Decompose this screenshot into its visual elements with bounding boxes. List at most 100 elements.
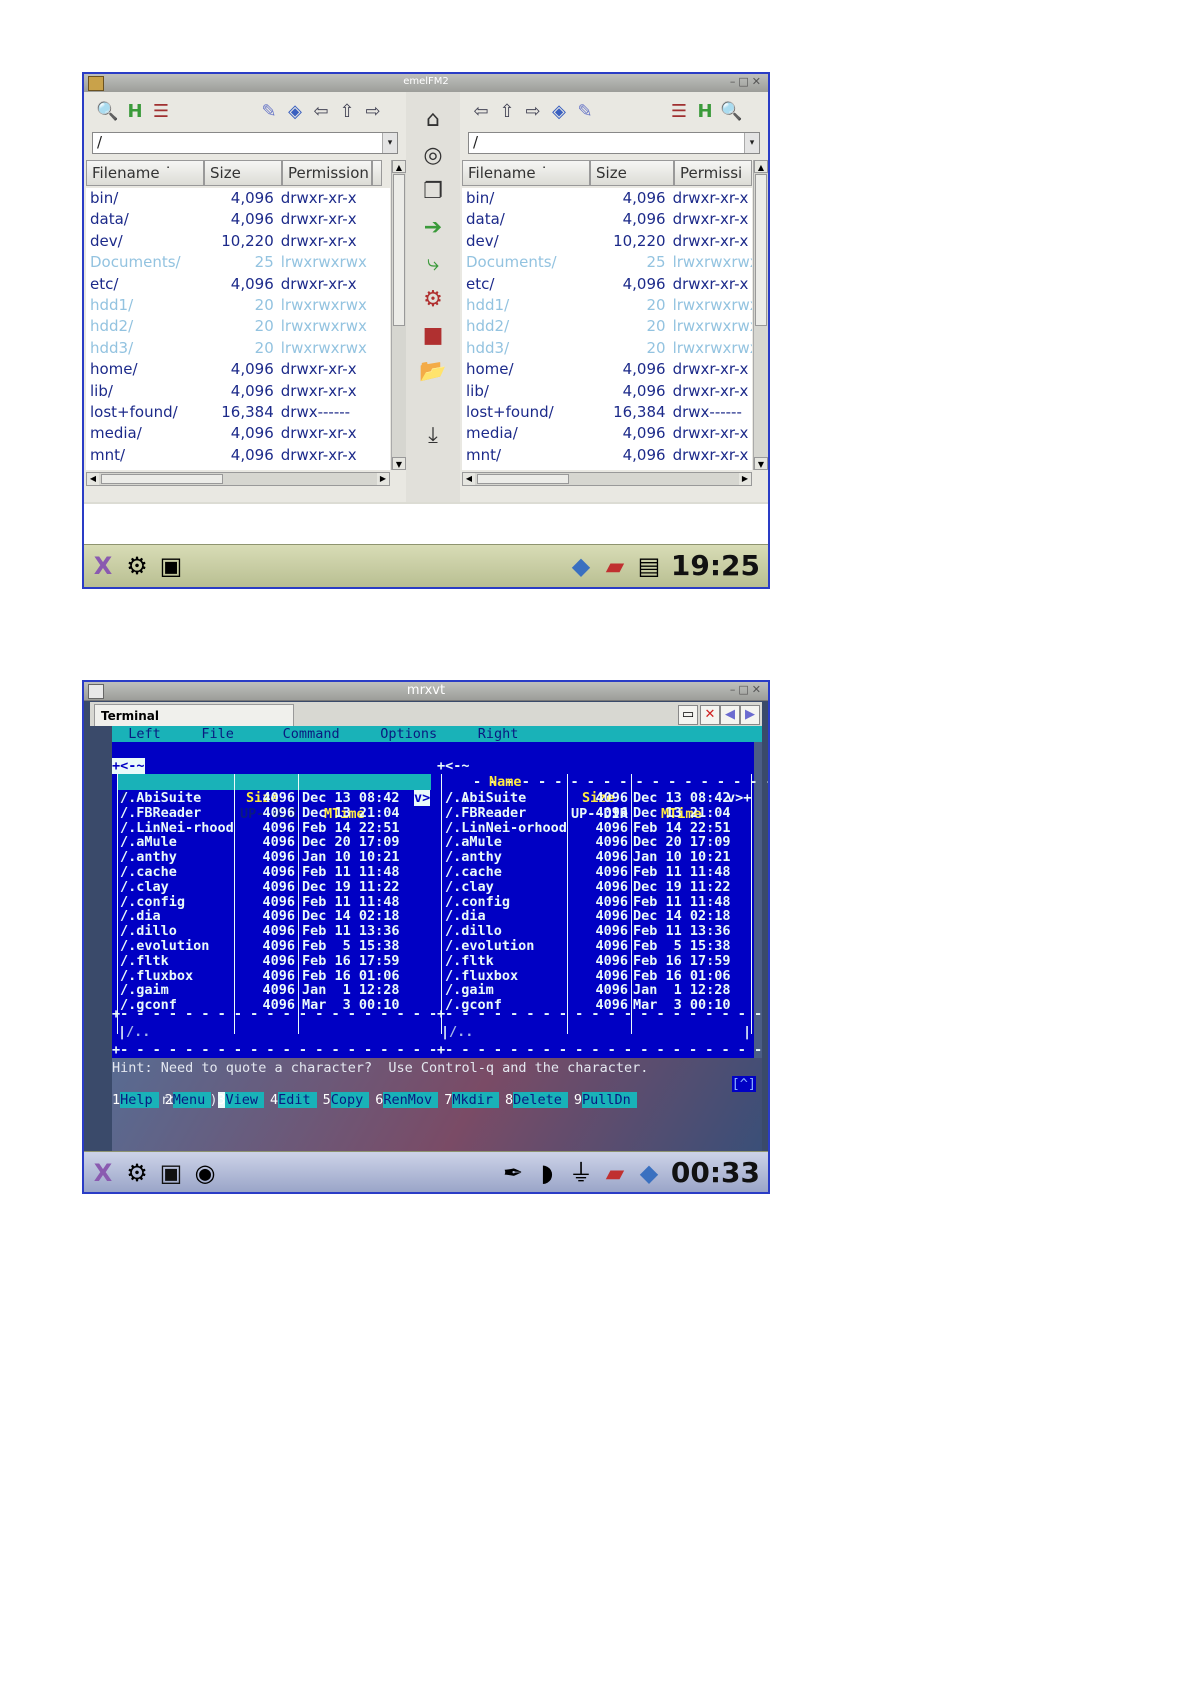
- card-icon[interactable]: ▰: [600, 1158, 630, 1188]
- mc-file-row[interactable]: /.config 4096 Feb 11 11:48: [112, 894, 437, 910]
- mc-file-row[interactable]: /.cache 4096 Feb 11 11:48: [437, 864, 754, 880]
- output-area[interactable]: [84, 504, 768, 547]
- header-size[interactable]: Size: [204, 160, 282, 186]
- forward-arrow-icon[interactable]: ⇨: [522, 101, 544, 123]
- terminal-area[interactable]: Left File Command Options Right +<-~ - -…: [112, 726, 768, 1152]
- scroll-left-icon[interactable]: ◀: [463, 473, 475, 485]
- file-row[interactable]: etc/4,096 drwxr-xr-x: [462, 274, 752, 295]
- file-row[interactable]: etc/4,096 drwxr-xr-x: [86, 274, 390, 295]
- settings-icon[interactable]: ⚙: [122, 551, 152, 581]
- terminal-icon[interactable]: ▣: [156, 1158, 186, 1188]
- file-row[interactable]: Documents/25 lrwxrwxrwx: [462, 252, 752, 273]
- link-icon[interactable]: ⤷: [419, 250, 447, 278]
- updir-row[interactable]: /.. UP--DIR: [437, 774, 754, 822]
- maximize-icon[interactable]: □: [738, 75, 751, 88]
- file-row[interactable]: media/4,096 drwxr-xr-x: [86, 423, 390, 444]
- mc-file-row[interactable]: /.LinNei-rhood 4096 Feb 14 22:51: [112, 820, 437, 836]
- window-controls[interactable]: –□✕: [730, 683, 764, 696]
- scroll-right-icon[interactable]: ▶: [377, 473, 389, 485]
- mc-file-row[interactable]: /.anthy 4096 Jan 10 10:21: [112, 849, 437, 865]
- file-row[interactable]: home/4,096 drwxr-xr-x: [462, 359, 752, 380]
- file-row[interactable]: mnt/4,096 drwxr-xr-x: [462, 445, 752, 466]
- next-tab-icon[interactable]: ▶: [740, 705, 760, 725]
- maximize-icon[interactable]: □: [738, 683, 751, 696]
- card-icon[interactable]: ▰: [600, 551, 630, 581]
- file-row[interactable]: bin/4,096 drwxr-xr-x: [86, 188, 390, 209]
- fkey-7[interactable]: 7 Mkdir: [444, 1092, 499, 1108]
- mc-file-row[interactable]: /.FBReader 4096 Dec 13 21:04: [112, 805, 437, 821]
- mc-file-row[interactable]: /.LinNei-orhood 4096 Feb 14 22:51: [437, 820, 754, 836]
- mc-file-row[interactable]: /.cache 4096 Feb 11 11:48: [112, 864, 437, 880]
- mc-file-row[interactable]: /.aMule 4096 Dec 20 17:09: [437, 834, 754, 850]
- pen-icon[interactable]: ✒: [498, 1158, 528, 1188]
- emelfm2-titlebar[interactable]: emelFM2 –□✕: [84, 74, 768, 93]
- start-menu-icon[interactable]: X: [88, 551, 118, 581]
- file-row[interactable]: hdd2/20 lrwxrwxrwx: [86, 316, 390, 337]
- left-horizontal-scrollbar[interactable]: ◀ ▶: [86, 472, 390, 486]
- left-vertical-scrollbar[interactable]: ▲ ▼: [391, 160, 406, 470]
- file-row[interactable]: hdd3/20 lrwxrwxrwx: [462, 338, 752, 359]
- mc-file-row[interactable]: /.config 4096 Feb 11 11:48: [437, 894, 754, 910]
- bookmark-icon[interactable]: ✎: [258, 101, 280, 123]
- scroll-down-icon[interactable]: ▼: [754, 457, 768, 470]
- file-row[interactable]: data/4,096 drwxr-xr-x: [86, 209, 390, 230]
- mc-menubar[interactable]: Left File Command Options Right: [112, 726, 762, 742]
- network-icon[interactable]: ◆: [634, 1158, 664, 1188]
- scroll-up-icon[interactable]: ▲: [392, 160, 406, 173]
- file-row[interactable]: hdd3/20 lrwxrwxrwx: [86, 338, 390, 359]
- file-row[interactable]: dev/10,220 drwxr-xr-x: [462, 231, 752, 252]
- chevron-down-icon[interactable]: ▾: [382, 133, 397, 153]
- camera-icon[interactable]: ◉: [190, 1158, 220, 1188]
- file-row[interactable]: hdd1/20 lrwxrwxrwx: [462, 295, 752, 316]
- file-row[interactable]: lib/4,096 drwxr-xr-x: [462, 381, 752, 402]
- mc-file-row[interactable]: /.clay 4096 Dec 19 11:22: [112, 879, 437, 895]
- mc-left-panel[interactable]: +<-~ - - - - - - - - - - - - - - - - - -…: [112, 742, 676, 1058]
- mc-file-row[interactable]: /.dia 4096 Dec 14 02:18: [112, 908, 437, 924]
- file-row[interactable]: media/4,096 drwxr-xr-x: [462, 423, 752, 444]
- back-arrow-icon[interactable]: ⇦: [470, 101, 492, 123]
- mc-file-row[interactable]: /.aMule 4096 Dec 20 17:09: [112, 834, 437, 850]
- window-controls[interactable]: –□✕: [730, 75, 764, 88]
- up-arrow-icon[interactable]: ⇧: [496, 101, 518, 123]
- header-permission[interactable]: Permissi: [674, 160, 752, 186]
- mc-file-row[interactable]: /.anthy 4096 Jan 10 10:21: [437, 849, 754, 865]
- left-path-input[interactable]: / ▾: [92, 132, 398, 154]
- file-row[interactable]: Documents/25 lrwxrwxrwx: [86, 252, 390, 273]
- header-permission[interactable]: Permission: [282, 160, 372, 186]
- file-row[interactable]: home/4,096 drwxr-xr-x: [86, 359, 390, 380]
- header-filename[interactable]: Filename ˙: [462, 160, 590, 186]
- mc-file-row[interactable]: /.fluxbox 4096 Feb 16 01:06: [437, 968, 754, 984]
- close-icon[interactable]: ✕: [752, 683, 764, 696]
- mrxvt-titlebar[interactable]: mrxvt –□✕: [84, 682, 768, 701]
- chevron-down-icon[interactable]: ▾: [744, 133, 759, 153]
- fkey-4[interactable]: 4 Edit: [270, 1092, 317, 1108]
- home-icon[interactable]: ⌂: [419, 106, 447, 134]
- file-row[interactable]: data/4,096 drwxr-xr-x: [462, 209, 752, 230]
- bookmark-icon[interactable]: ✎: [574, 101, 596, 123]
- scroll-thumb[interactable]: [755, 174, 767, 326]
- mc-file-row[interactable]: /.fltk 4096 Feb 16 17:59: [437, 953, 754, 969]
- close-icon[interactable]: ✕: [752, 75, 764, 88]
- filter-icon[interactable]: ☰: [668, 101, 690, 123]
- battery-icon[interactable]: ▤: [634, 551, 664, 581]
- mc-file-row[interactable]: /.gaim 4096 Jan 1 12:28: [112, 982, 437, 998]
- scroll-left-icon[interactable]: ◀: [87, 473, 99, 485]
- header-size[interactable]: Size: [590, 160, 674, 186]
- fkey-5[interactable]: 5 Copy: [323, 1092, 370, 1108]
- mc-file-row[interactable]: /.AbiSuite 4096 Dec 13 08:42: [437, 790, 754, 806]
- trash-icon[interactable]: ■: [419, 322, 447, 350]
- up-arrow-icon[interactable]: ⇧: [336, 101, 358, 123]
- mc-file-row[interactable]: /.AbiSuite 4096 Dec 13 08:42: [112, 790, 437, 806]
- mc-file-row[interactable]: /.gaim 4096 Jan 1 12:28: [437, 982, 754, 998]
- mc-file-row[interactable]: /.dia 4096 Dec 14 02:18: [437, 908, 754, 924]
- file-row[interactable]: hdd1/20 lrwxrwxrwx: [86, 295, 390, 316]
- start-menu-icon[interactable]: X: [88, 1158, 118, 1188]
- scroll-thumb[interactable]: [393, 174, 405, 326]
- filter-icon[interactable]: ☰: [150, 101, 172, 123]
- properties-icon[interactable]: ⚙: [419, 286, 447, 314]
- fkey-2[interactable]: 2 Menu: [165, 1092, 212, 1108]
- mc-file-row[interactable]: /.evolution 4096 Feb 5 15:38: [112, 938, 437, 954]
- close-tab-icon[interactable]: ✕: [700, 705, 720, 725]
- scroll-down-icon[interactable]: ▼: [392, 457, 406, 470]
- mc-file-row[interactable]: /.dillo 4096 Feb 11 13:36: [112, 923, 437, 939]
